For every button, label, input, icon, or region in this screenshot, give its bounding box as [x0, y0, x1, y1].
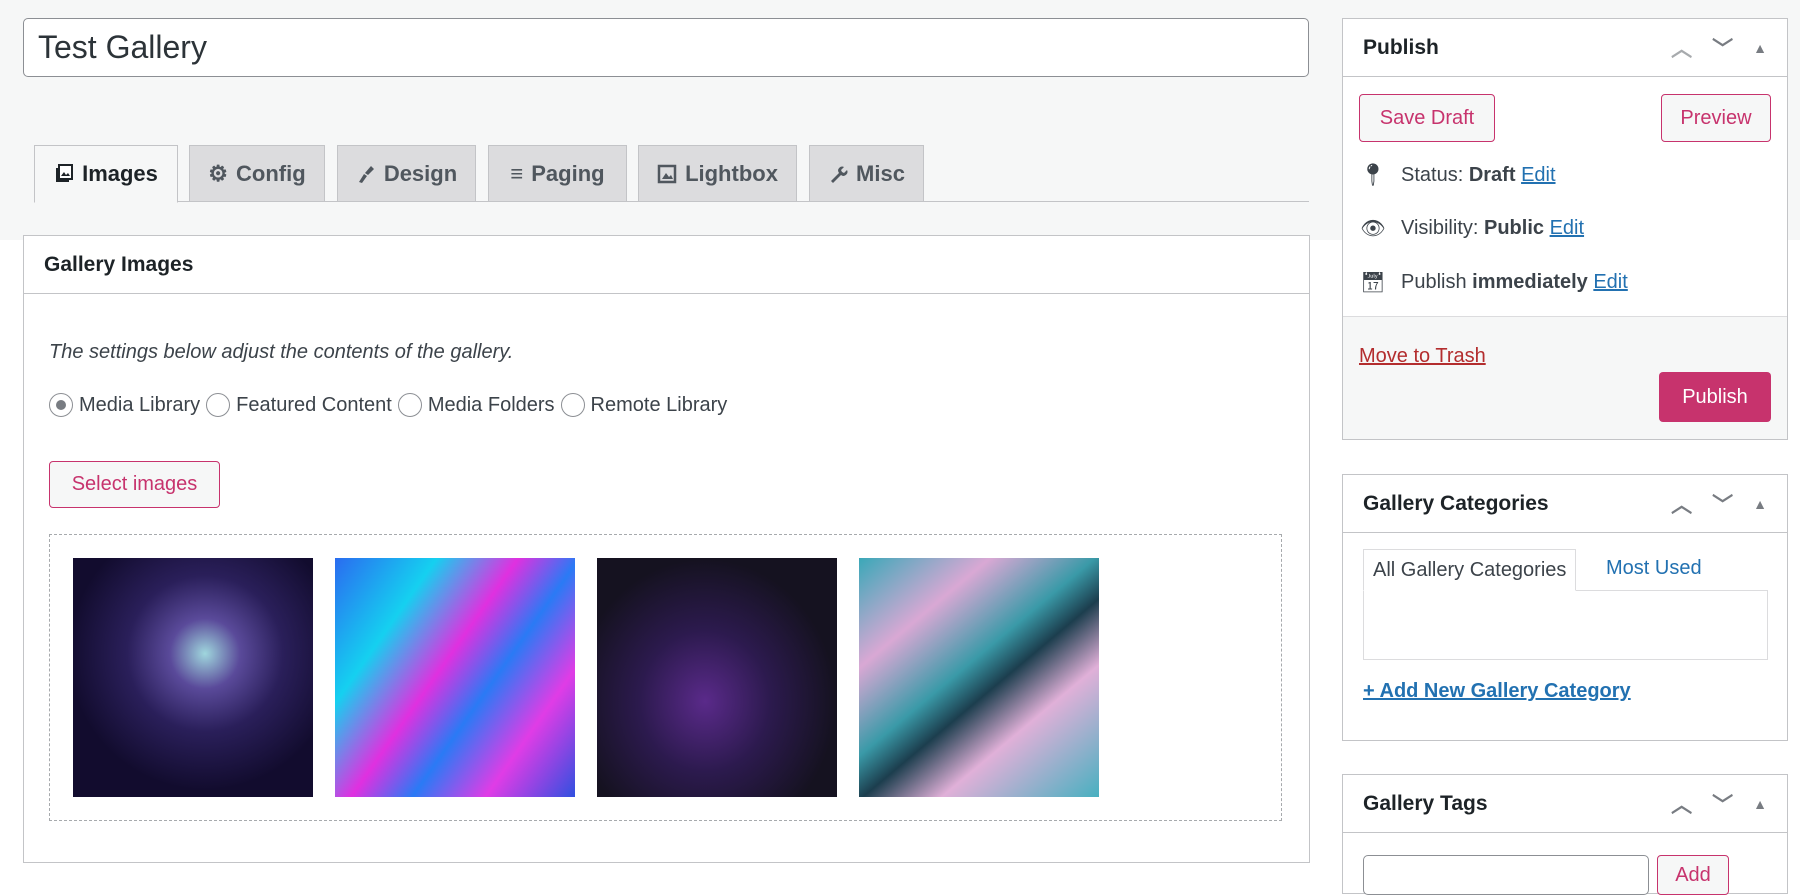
thumbnail-image[interactable] — [859, 558, 1099, 797]
save-draft-button[interactable]: Save Draft — [1359, 94, 1495, 142]
tab-label: Design — [383, 160, 458, 186]
schedule-row: 📅︎ Publish immediately Edit — [1359, 270, 1628, 295]
calendar-icon: 📅︎ — [1360, 272, 1386, 294]
category-list — [1363, 590, 1768, 660]
tab-images[interactable]: Images — [34, 145, 178, 203]
eye-icon: 👁︎ — [1360, 218, 1386, 240]
source-radios: Media Library Featured Content Media Fol… — [49, 393, 733, 417]
edit-visibility-link[interactable]: Edit — [1550, 217, 1584, 239]
publish-button[interactable]: Publish — [1659, 372, 1771, 422]
radio-label: Featured Content — [236, 393, 392, 416]
move-down-icon[interactable]: ﹀ — [1712, 33, 1733, 63]
move-down-icon[interactable]: ﹀ — [1712, 789, 1733, 819]
move-up-icon[interactable]: ︿ — [1671, 489, 1692, 519]
visibility-value: Public — [1484, 217, 1545, 239]
edit-status-link[interactable]: Edit — [1521, 164, 1555, 186]
box-title: Gallery Tags — [1363, 791, 1488, 815]
tab-most-used[interactable]: Most Used — [1606, 557, 1702, 580]
collapse-icon[interactable]: ▲ — [1753, 796, 1767, 812]
publish-header: Publish ︿ ﹀ ▲ — [1343, 19, 1787, 77]
tags-header: Gallery Tags ︿ ﹀ ▲ — [1343, 775, 1787, 833]
schedule-label: Publish — [1401, 271, 1467, 293]
tab-label: Paging — [531, 160, 605, 186]
preview-button[interactable]: Preview — [1661, 94, 1771, 142]
move-down-icon[interactable]: ﹀ — [1712, 489, 1733, 519]
tag-input[interactable] — [1363, 855, 1649, 895]
image-icon — [657, 164, 677, 183]
images-icon — [56, 164, 74, 182]
radio-featured-content[interactable]: Featured Content — [206, 393, 392, 417]
collapse-icon[interactable]: ▲ — [1753, 496, 1767, 512]
box-title: Gallery Categories — [1363, 491, 1549, 515]
title-input[interactable] — [23, 18, 1309, 77]
status-label: Status: — [1401, 163, 1464, 186]
radio-label: Media Folders — [427, 393, 555, 416]
move-up-icon[interactable]: ︿ — [1671, 789, 1692, 819]
radio-label: Remote Library — [590, 393, 728, 416]
edit-schedule-link[interactable]: Edit — [1593, 271, 1627, 293]
radio-media-folders[interactable]: Media Folders — [397, 393, 555, 417]
description: The settings below adjust the contents o… — [49, 341, 514, 363]
tab-lightbox[interactable]: Lightbox — [638, 145, 797, 202]
tab-config[interactable]: ⚙ Config — [189, 145, 325, 202]
tab-label: Lightbox — [685, 160, 778, 186]
move-up-icon[interactable]: ︿ — [1671, 33, 1692, 63]
status-row: 📍︎ Status: Draft Edit — [1359, 162, 1556, 188]
radio-circle[interactable] — [49, 393, 73, 417]
thumbnail-image[interactable] — [335, 558, 575, 797]
categories-header: Gallery Categories ︿ ﹀ ▲ — [1343, 475, 1787, 533]
list-icon: ≡ — [510, 160, 524, 186]
gear-icon: ⚙ — [208, 160, 229, 186]
collapse-icon[interactable]: ▲ — [1753, 40, 1767, 56]
add-category-link[interactable]: + Add New Gallery Category — [1363, 680, 1631, 703]
tab-label: Images — [82, 161, 158, 186]
tab-label: Config — [236, 160, 306, 186]
visibility-row: 👁︎ Visibility: Public Edit — [1359, 216, 1584, 241]
visibility-label: Visibility: — [1401, 217, 1479, 239]
radio-circle[interactable] — [206, 393, 231, 417]
tab-design[interactable]: Design — [337, 145, 476, 202]
tab-paging[interactable]: ≡ Paging — [488, 145, 627, 202]
radio-media-library[interactable]: Media Library — [49, 393, 200, 417]
thumbnail-image[interactable] — [73, 558, 313, 797]
radio-circle[interactable] — [560, 393, 585, 417]
box-title: Gallery Images — [24, 236, 1309, 294]
move-to-trash-link[interactable]: Move to Trash — [1359, 345, 1486, 368]
schedule-value: immediately — [1472, 271, 1588, 293]
radio-remote-library[interactable]: Remote Library — [560, 393, 728, 417]
radio-label: Media Library — [79, 393, 201, 416]
add-tag-button[interactable]: Add — [1657, 855, 1729, 895]
brush-icon — [358, 165, 374, 183]
box-title: Publish — [1363, 35, 1439, 59]
tab-label: Misc — [856, 160, 905, 186]
wrench-icon — [831, 166, 848, 183]
tab-misc[interactable]: Misc — [809, 145, 924, 202]
status-value: Draft — [1468, 163, 1516, 186]
select-images-button[interactable]: Select images — [49, 461, 220, 508]
tab-all-categories[interactable]: All Gallery Categories — [1363, 549, 1577, 591]
radio-circle[interactable] — [397, 393, 422, 417]
pin-icon: 📍︎ — [1359, 162, 1387, 187]
thumbnail-image[interactable] — [597, 558, 837, 797]
